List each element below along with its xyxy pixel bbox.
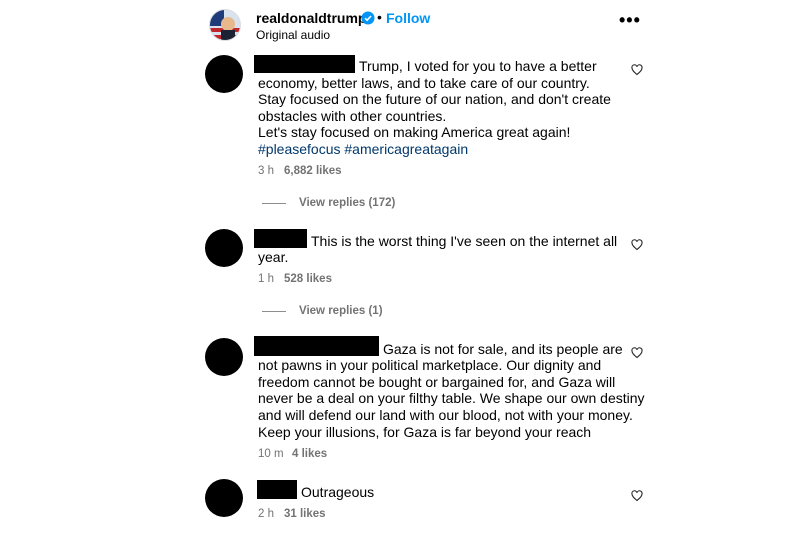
heart-icon[interactable] [631, 347, 643, 359]
comment-text-line: obstacles with other countries. [258, 108, 447, 124]
post-author-avatar[interactable] [209, 9, 241, 41]
comment-text-line: never be a deal on your filthy table. We… [258, 390, 645, 406]
comment-text-line: Keep your illusions, for Gaza is far bey… [258, 424, 592, 440]
comment-avatar[interactable] [205, 479, 243, 517]
follow-button[interactable]: Follow [386, 10, 430, 26]
comment-likes[interactable]: 31 likes [284, 508, 326, 520]
comment-text-line: freedom cannot be bought or bargained fo… [258, 374, 616, 390]
comment-avatar[interactable] [205, 229, 243, 267]
comment-text-line: Gaza is not for sale, and its people are [383, 341, 623, 357]
redacted-username [257, 480, 297, 499]
comment-text-line: and will defend our land with our blood,… [258, 407, 633, 423]
comment-text-line: Outrageous [301, 484, 375, 500]
comment-time: 1 h [258, 273, 274, 285]
heart-icon[interactable] [631, 239, 643, 251]
redacted-username [254, 336, 379, 356]
comment-text-line: Trump, I voted for you to have a better [359, 58, 597, 74]
more-options-icon[interactable]: ••• [619, 10, 641, 31]
comment-text-line: This is the worst thing I've seen on the… [311, 233, 618, 249]
comment-likes[interactable]: 6,882 likes [284, 165, 342, 177]
comment-time: 3 h [258, 165, 274, 177]
heart-icon[interactable] [631, 490, 643, 502]
redacted-username [254, 229, 307, 248]
comment-time: 2 h [258, 508, 274, 520]
avatar-image [210, 10, 240, 40]
comment-text-line: Let's stay focused on making America gre… [258, 124, 571, 140]
comment-likes[interactable]: 528 likes [284, 273, 332, 285]
comment-hashtags[interactable]: #pleasefocus #americagreatagain [258, 141, 468, 158]
comment-avatar[interactable] [205, 338, 243, 376]
heart-icon[interactable] [631, 64, 643, 76]
separator-dot: • [377, 9, 382, 25]
comment-text-line: year. [258, 249, 289, 265]
view-replies-button[interactable]: View replies (172) [299, 197, 395, 209]
comment-time: 10 m [258, 448, 284, 460]
redacted-username [254, 55, 355, 73]
comment-text-line: not pawns in your political marketplace.… [258, 357, 602, 373]
comment-text-line: Stay focused on the future of our nation… [258, 91, 611, 107]
view-replies-button[interactable]: View replies (1) [299, 305, 383, 317]
verified-badge-icon [361, 11, 375, 25]
replies-divider [262, 203, 286, 204]
comment-text-line: economy, better laws, and to take care o… [258, 75, 590, 91]
post-author-username[interactable]: realdonaldtrump [256, 10, 366, 26]
comment-avatar[interactable] [205, 55, 243, 93]
original-audio-link[interactable]: Original audio [256, 28, 330, 42]
comment-likes[interactable]: 4 likes [292, 448, 327, 460]
replies-divider [262, 311, 286, 312]
